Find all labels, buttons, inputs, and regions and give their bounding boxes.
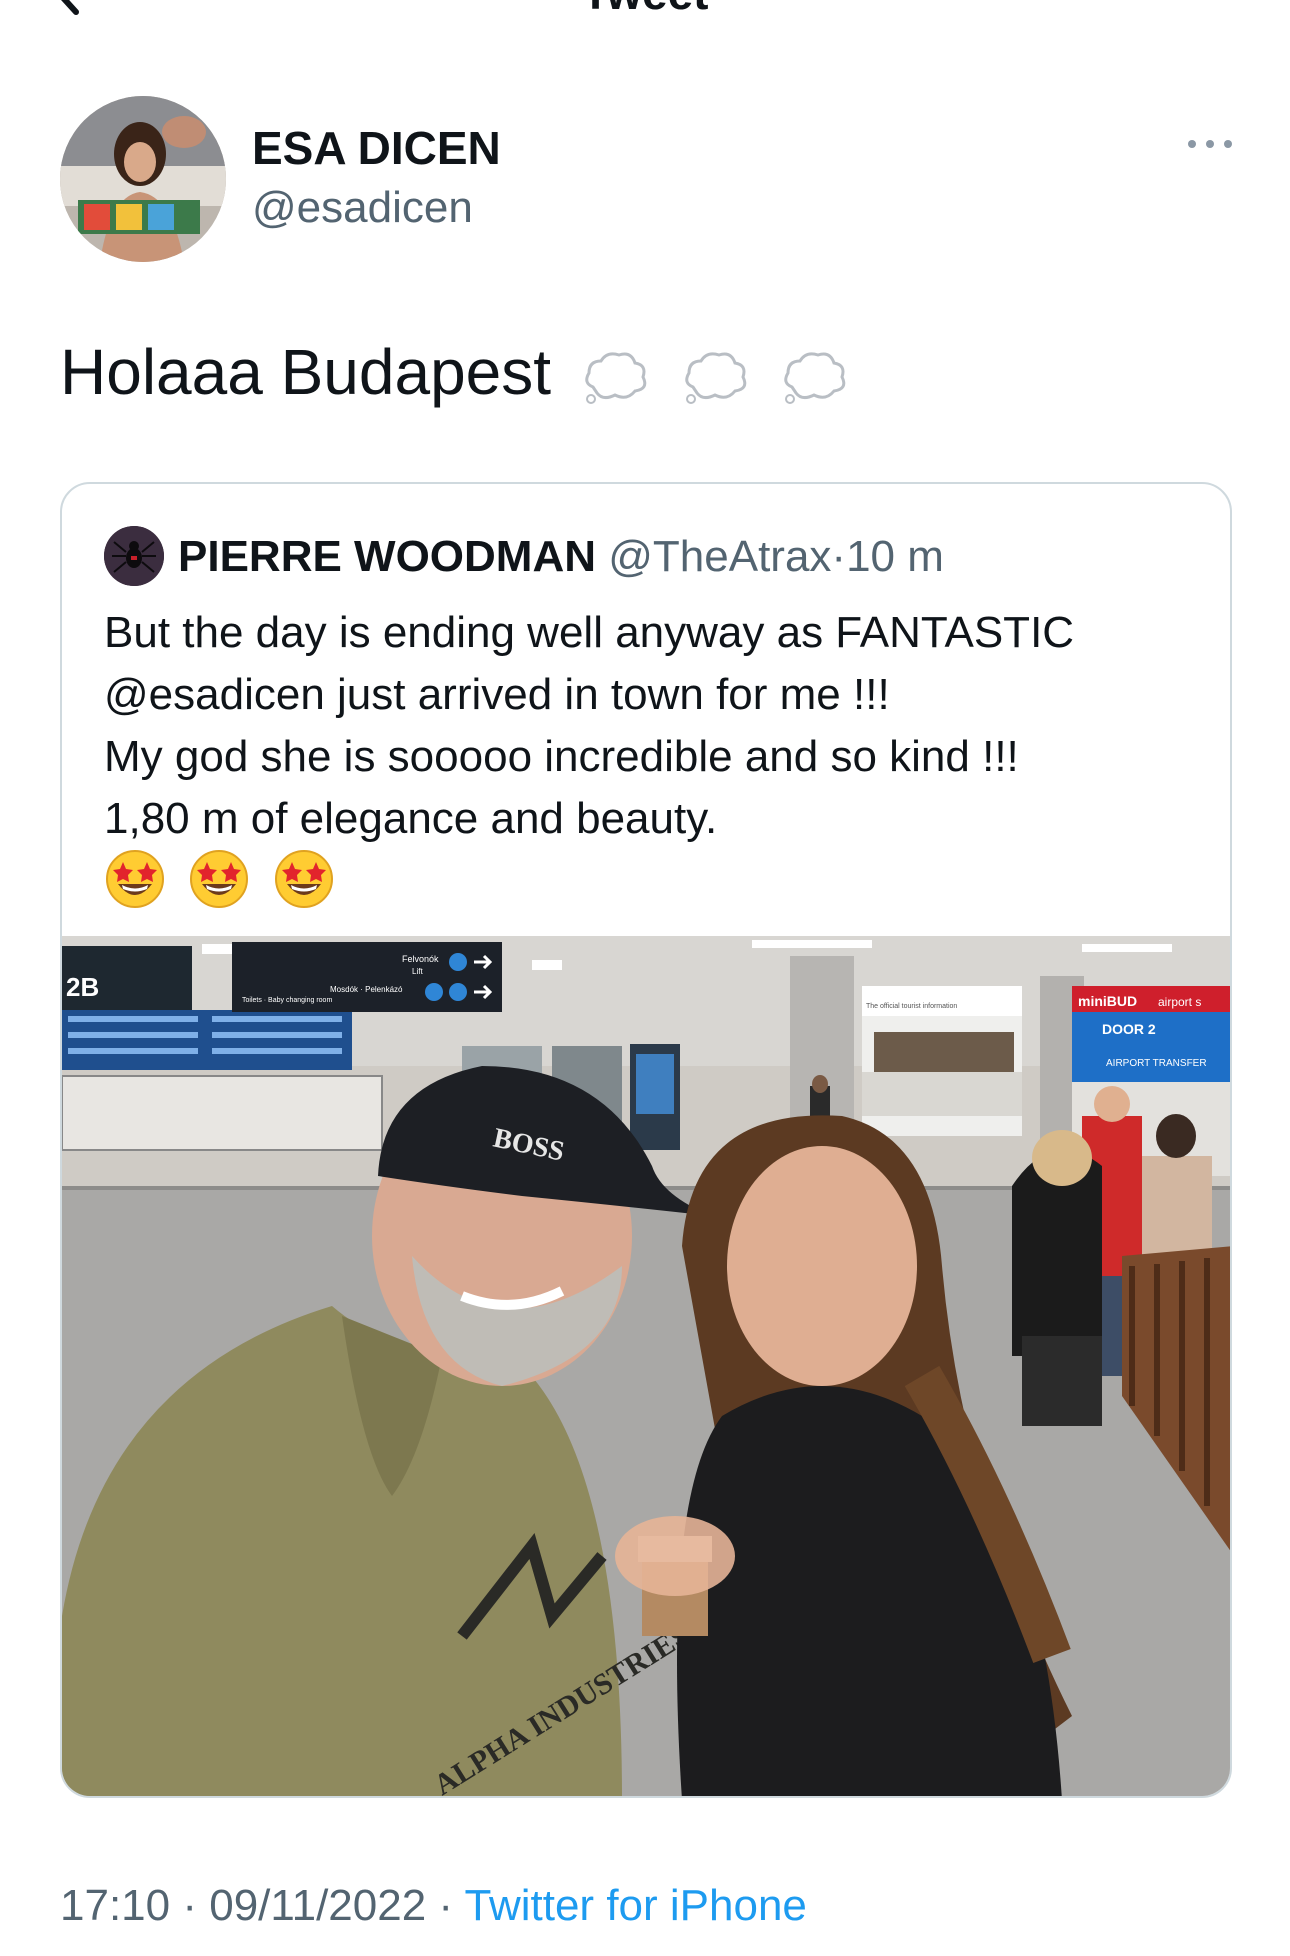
star-struck-icon xyxy=(274,850,333,908)
meta-separator: · xyxy=(831,532,847,581)
quoted-tweet-card[interactable]: PIERRE WOODMAN @TheAtrax·10 m But the da… xyxy=(60,482,1232,1798)
tweet-date: 09/11/2022 xyxy=(209,1881,427,1930)
quoted-line: 1,80 m of elegance and beauty. xyxy=(104,794,718,843)
gate-label: 2B xyxy=(66,972,99,1002)
quoted-tweet-time: 10 m xyxy=(846,532,944,581)
footer-separator: · xyxy=(438,1881,454,1930)
transfer-label: AIRPORT TRANSFER xyxy=(1106,1058,1207,1069)
footer-separator: · xyxy=(182,1881,197,1930)
quoted-emojis xyxy=(104,848,353,915)
quoted-author-avatar[interactable] xyxy=(104,526,164,586)
quoted-tweet-photo[interactable]: 2B Felvonók Lift Mosdók · Pelenkázó Toil… xyxy=(62,936,1230,1796)
quoted-author-handle[interactable]: @TheAtrax xyxy=(608,532,831,581)
dashing-away-icon xyxy=(684,352,746,405)
quoted-line: My god she is sooooo incredible and so k… xyxy=(104,732,1019,781)
quoted-tweet-meta: PIERRE WOODMAN @TheAtrax·10 m xyxy=(178,528,944,586)
star-struck-icon xyxy=(106,850,164,908)
tweet-time: 17:10 xyxy=(60,1881,171,1930)
sign-text: Lift xyxy=(412,967,423,976)
sign-text: Mosdók · Pelenkázó xyxy=(330,985,403,994)
star-struck-icon xyxy=(190,850,249,908)
info-desk-label: The official tourist information xyxy=(866,1003,957,1010)
dashing-away-icon xyxy=(784,352,846,405)
author-avatar[interactable] xyxy=(60,96,226,262)
quoted-line: But the day is ending well anyway as FAN… xyxy=(104,608,1075,657)
sign-text: Felvonók xyxy=(402,954,439,964)
brand-label: miniBUD xyxy=(1078,993,1137,1009)
author-handle[interactable]: @esadicen xyxy=(252,180,473,236)
tweet-text-content: Holaaa Budapest xyxy=(60,336,552,408)
brand-tagline: airport s xyxy=(1158,995,1201,1009)
tweet-text: Holaaa Budapest xyxy=(60,332,850,412)
quoted-author-name[interactable]: PIERRE WOODMAN xyxy=(178,532,596,581)
dashing-away-icon xyxy=(585,352,647,405)
tweet-source-link[interactable]: Twitter for iPhone xyxy=(465,1881,807,1930)
author-display-name[interactable]: ESA DICEN xyxy=(252,120,501,176)
top-navigation-bar: Tweet xyxy=(0,0,1290,30)
page-title: Tweet xyxy=(0,0,1290,18)
quoted-tweet-text: But the day is ending well anyway as FAN… xyxy=(104,602,1194,850)
sign-text: Toilets · Baby changing room xyxy=(242,997,332,1004)
more-options-icon[interactable] xyxy=(1184,132,1236,156)
quoted-line: @esadicen just arrived in town for me !!… xyxy=(104,670,890,719)
door-label: DOOR 2 xyxy=(1102,1021,1156,1037)
tweet-footer: 17:10 · 09/11/2022 · Twitter for iPhone xyxy=(60,1876,807,1936)
